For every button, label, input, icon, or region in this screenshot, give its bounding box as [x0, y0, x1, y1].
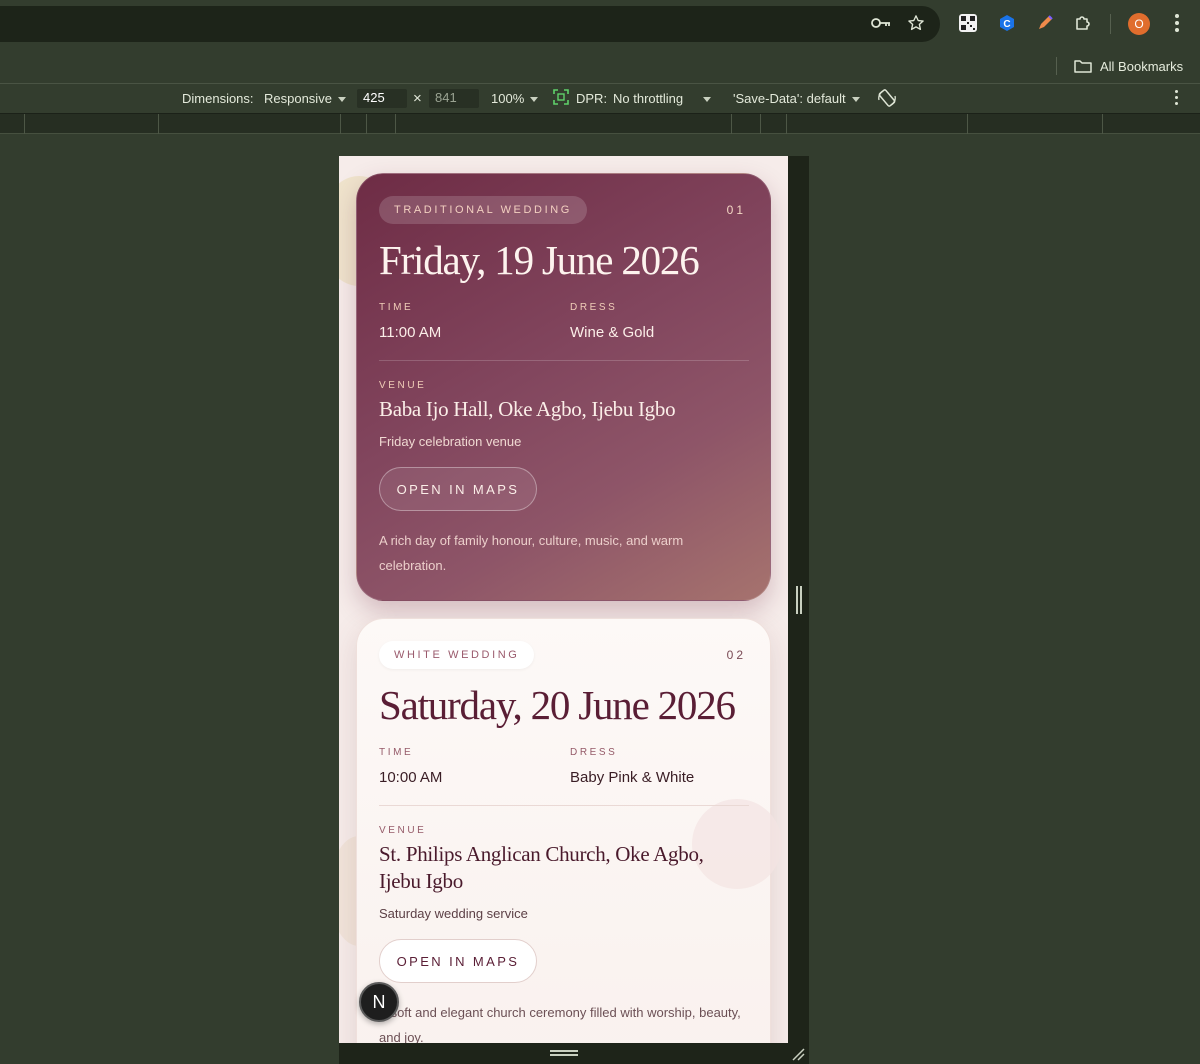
rotate-icon[interactable] — [877, 88, 897, 111]
event-date: Saturday, 20 June 2026 — [379, 682, 736, 728]
venue-note: Saturday wedding service — [379, 906, 528, 921]
dress-label: DRESS — [570, 302, 618, 313]
dimensions-label: Dimensions: — [182, 91, 254, 106]
browser-toolbar: C O — [0, 0, 1200, 46]
height-input[interactable]: 841 — [429, 89, 479, 108]
zoom-select[interactable]: 100% — [491, 91, 539, 106]
throttling-value: No throttling — [613, 91, 684, 106]
venue-name: St. Philips Anglican Church, Oke Agbo, I… — [379, 842, 704, 893]
svg-text:C: C — [1003, 19, 1010, 30]
throttling-select[interactable]: No throttling — [613, 91, 712, 106]
dress-value: Wine & Gold — [570, 324, 655, 341]
time-value: 10:00 AM — [379, 769, 443, 786]
chevron-down-icon — [703, 97, 712, 103]
save-data-select[interactable]: 'Save-Data': default — [733, 91, 860, 106]
times-sign: × — [413, 90, 422, 107]
venue-label: VENUE — [379, 380, 427, 391]
chrome-menu-icon[interactable] — [1167, 12, 1187, 34]
qr-extension-icon[interactable] — [957, 12, 979, 34]
time-value: 11:00 AM — [379, 324, 442, 341]
profile-avatar[interactable]: O — [1128, 13, 1150, 35]
resize-corner-icon[interactable] — [791, 1047, 805, 1061]
dimensions-value: Responsive — [264, 91, 332, 106]
venue-name: Baba Ijo Hall, Oke Agbo, Ijebu Igbo — [379, 397, 676, 421]
dress-label: DRESS — [570, 747, 618, 758]
open-in-maps-button[interactable]: OPEN IN MAPS — [379, 939, 537, 983]
device-toolbar: Dimensions: Responsive 425 × 841 100% DP… — [0, 84, 1200, 113]
folder-icon — [1074, 60, 1092, 73]
bookmarks-divider — [1056, 57, 1057, 75]
time-label: TIME — [379, 747, 414, 758]
event-card-traditional: TRADITIONAL WEDDING 01 Friday, 19 June 2… — [356, 173, 771, 601]
event-description: A soft and elegant church ceremony fille… — [379, 1005, 741, 1043]
address-bar[interactable] — [0, 6, 940, 42]
event-date: Friday, 19 June 2026 — [379, 237, 700, 283]
event-card-white-wedding: WHITE WEDDING 02 Saturday, 20 June 2026 … — [356, 618, 782, 1043]
all-bookmarks-label: All Bookmarks — [1100, 58, 1184, 74]
dpr-label: DPR: — [576, 91, 608, 106]
event-number: 02 — [726, 648, 746, 662]
bookmark-star-icon[interactable] — [905, 12, 927, 34]
c-extension-icon[interactable]: C — [996, 12, 1018, 34]
dress-value: Baby Pink & White — [570, 769, 695, 786]
toolbar-divider — [1110, 14, 1111, 34]
card-divider — [379, 360, 749, 361]
chevron-down-icon — [851, 97, 860, 103]
event-tag: WHITE WEDDING — [379, 641, 535, 669]
devtools-more-icon[interactable] — [1172, 90, 1180, 105]
time-label: TIME — [379, 302, 414, 313]
pen-extension-icon[interactable] — [1034, 12, 1056, 34]
media-query-ruler[interactable] — [0, 113, 1200, 134]
dimensions-select[interactable]: Responsive — [264, 91, 346, 106]
chevron-down-icon — [337, 97, 346, 103]
venue-note: Friday celebration venue — [379, 434, 522, 449]
chevron-down-icon — [530, 97, 539, 103]
bookmarks-bar: All Bookmarks — [0, 46, 1200, 84]
open-in-maps-button[interactable]: OPEN IN MAPS — [379, 467, 537, 511]
event-tag: TRADITIONAL WEDDING — [379, 196, 587, 224]
zoom-value: 100% — [491, 91, 525, 106]
resize-handle-bottom[interactable] — [550, 1050, 578, 1056]
resize-handle-right[interactable] — [795, 586, 802, 614]
dpr-icon[interactable] — [553, 89, 569, 108]
extensions-puzzle-icon[interactable] — [1072, 12, 1094, 34]
viewport-resize-edge-bottom[interactable] — [339, 1043, 809, 1064]
event-description: A rich day of family honour, culture, mu… — [379, 533, 684, 573]
card-divider — [379, 805, 749, 806]
save-data-value: 'Save-Data': default — [733, 91, 846, 106]
venue-label: VENUE — [379, 825, 427, 836]
width-input[interactable]: 425 — [357, 89, 407, 108]
all-bookmarks-button[interactable]: All Bookmarks — [1074, 58, 1183, 74]
nextjs-dev-badge[interactable]: N — [359, 982, 399, 1022]
event-number: 01 — [726, 203, 746, 217]
emulated-viewport: TRADITIONAL WEDDING 01 Friday, 19 June 2… — [339, 156, 788, 1043]
password-key-icon[interactable] — [870, 12, 892, 34]
